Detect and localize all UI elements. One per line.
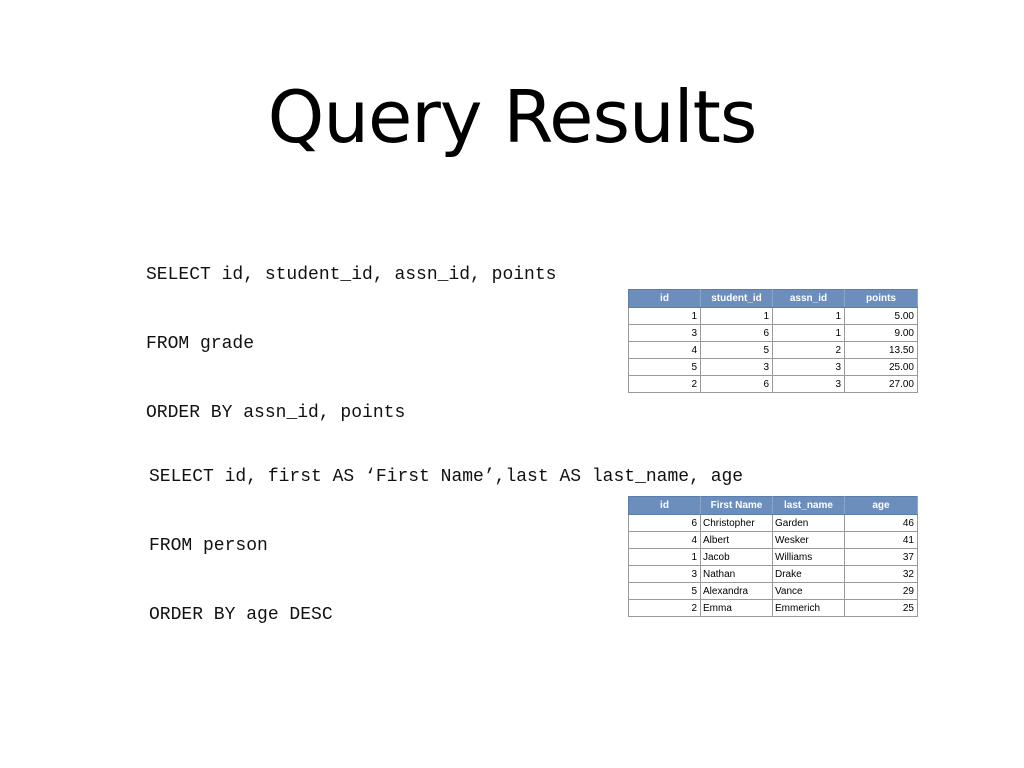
cell-id: 6 [628,514,701,532]
table-row: 4 Albert Wesker 41 [628,531,918,549]
table-header-row: id student_id assn_id points [628,289,918,308]
cell-student-id: 5 [700,341,773,359]
cell-id: 5 [628,358,701,376]
person-results-table: id First Name last_name age 6 Christophe… [628,496,918,617]
column-header-first-name: First Name [700,496,773,515]
cell-assn-id: 2 [772,341,845,359]
column-header-age: age [844,496,918,515]
column-header-last-name: last_name [772,496,845,515]
cell-points: 27.00 [844,375,918,393]
table-row: 2 6 3 27.00 [628,375,918,393]
table-row: 4 5 2 13.50 [628,341,918,359]
cell-assn-id: 1 [772,307,845,325]
cell-first-name: Christopher [700,514,773,532]
cell-age: 29 [844,582,918,600]
grade-results-table: id student_id assn_id points 1 1 1 5.00 … [628,289,918,393]
cell-points: 25.00 [844,358,918,376]
table-row: 3 Nathan Drake 32 [628,565,918,583]
cell-id: 4 [628,531,701,549]
cell-points: 5.00 [844,307,918,325]
table-header-row: id First Name last_name age [628,496,918,515]
slide-title: Query Results [267,75,758,159]
cell-id: 3 [628,565,701,583]
cell-id: 3 [628,324,701,342]
cell-id: 4 [628,341,701,359]
cell-last-name: Vance [772,582,845,600]
column-header-assn-id: assn_id [772,289,845,308]
cell-first-name: Alexandra [700,582,773,600]
sql-query-grade: SELECT id, student_id, assn_id, points F… [146,218,556,448]
sql-line: FROM grade [146,334,255,354]
cell-first-name: Jacob [700,548,773,566]
cell-first-name: Albert [700,531,773,549]
cell-id: 1 [628,548,701,566]
cell-student-id: 3 [700,358,773,376]
cell-id: 1 [628,307,701,325]
cell-age: 41 [844,531,918,549]
table-row: 5 3 3 25.00 [628,358,918,376]
cell-id: 2 [628,375,701,393]
cell-first-name: Emma [700,599,773,617]
cell-points: 13.50 [844,341,918,359]
cell-age: 37 [844,548,918,566]
cell-age: 46 [844,514,918,532]
column-header-points: points [844,289,918,308]
table-row: 6 Christopher Garden 46 [628,514,918,532]
cell-assn-id: 3 [772,358,845,376]
cell-id: 5 [628,582,701,600]
table-row: 1 1 1 5.00 [628,307,918,325]
cell-id: 2 [628,599,701,617]
cell-assn-id: 3 [772,375,845,393]
table-row: 5 Alexandra Vance 29 [628,582,918,600]
cell-points: 9.00 [844,324,918,342]
cell-last-name: Emmerich [772,599,845,617]
cell-age: 32 [844,565,918,583]
column-header-id: id [628,289,701,308]
sql-line: SELECT id, first AS ‘First Name’,last AS… [149,467,744,487]
cell-student-id: 6 [700,324,773,342]
cell-last-name: Wesker [772,531,845,549]
cell-first-name: Nathan [700,565,773,583]
cell-last-name: Garden [772,514,845,532]
cell-student-id: 6 [700,375,773,393]
cell-age: 25 [844,599,918,617]
cell-assn-id: 1 [772,324,845,342]
sql-line: SELECT id, student_id, assn_id, points [146,265,557,285]
column-header-student-id: student_id [700,289,773,308]
column-header-id: id [628,496,701,515]
cell-last-name: Drake [772,565,845,583]
cell-last-name: Williams [772,548,845,566]
table-row: 1 Jacob Williams 37 [628,548,918,566]
cell-student-id: 1 [700,307,773,325]
table-row: 2 Emma Emmerich 25 [628,599,918,617]
table-row: 3 6 1 9.00 [628,324,918,342]
